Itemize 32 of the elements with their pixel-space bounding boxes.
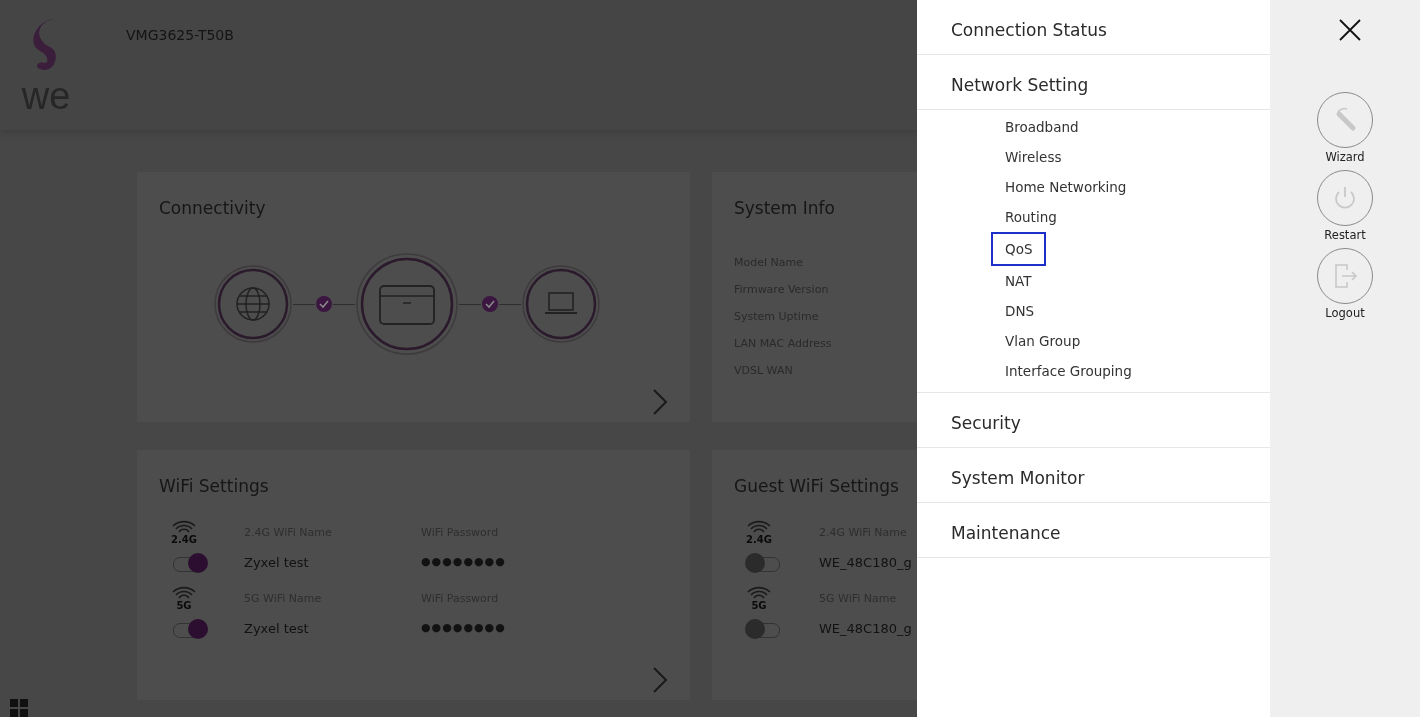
chevron-right-icon[interactable] (652, 666, 668, 694)
wifi-name: WE_48C180_g (819, 621, 913, 638)
band-label: 2.4G (171, 534, 197, 545)
card-title: Connectivity (159, 198, 267, 218)
menu-item[interactable]: Vlan Group (991, 326, 1095, 356)
wifi-name: Zyxel test (244, 621, 310, 638)
menu-item[interactable]: DNS (991, 296, 1049, 326)
wifi-icon (171, 520, 197, 534)
close-icon[interactable] (1339, 19, 1361, 41)
menu-item[interactable]: Wireless (991, 142, 1076, 172)
menu-item[interactable]: NAT (991, 266, 1046, 296)
action-label: Wizard (1325, 150, 1365, 164)
chevron-right-icon[interactable] (652, 388, 668, 416)
wifi-icon (746, 586, 772, 600)
menu-item[interactable]: Routing (991, 202, 1071, 232)
band-label: 2.4G (746, 534, 772, 545)
wifi-password: ●●●●●●●● (421, 555, 507, 570)
wifi-icon (746, 520, 772, 534)
wifi-name: Zyxel test (244, 555, 310, 572)
action-label: Restart (1324, 228, 1366, 242)
wifi-icon (171, 586, 197, 600)
band-label: 5G (751, 600, 767, 611)
menu-item[interactable]: Interface Grouping (991, 356, 1146, 386)
grid-icon[interactable] (10, 699, 28, 717)
wifi-name: WE_48C180_g (819, 555, 913, 572)
wifi-password: ●●●●●●●● (421, 621, 507, 636)
menu-item[interactable]: QoS (991, 232, 1047, 266)
menu-item[interactable]: Broadband (991, 112, 1093, 142)
menu-item[interactable]: Home Networking (991, 172, 1141, 202)
card-title: System Info (734, 198, 836, 218)
action-label: Logout (1325, 306, 1365, 320)
band-label: 5G (176, 600, 192, 611)
